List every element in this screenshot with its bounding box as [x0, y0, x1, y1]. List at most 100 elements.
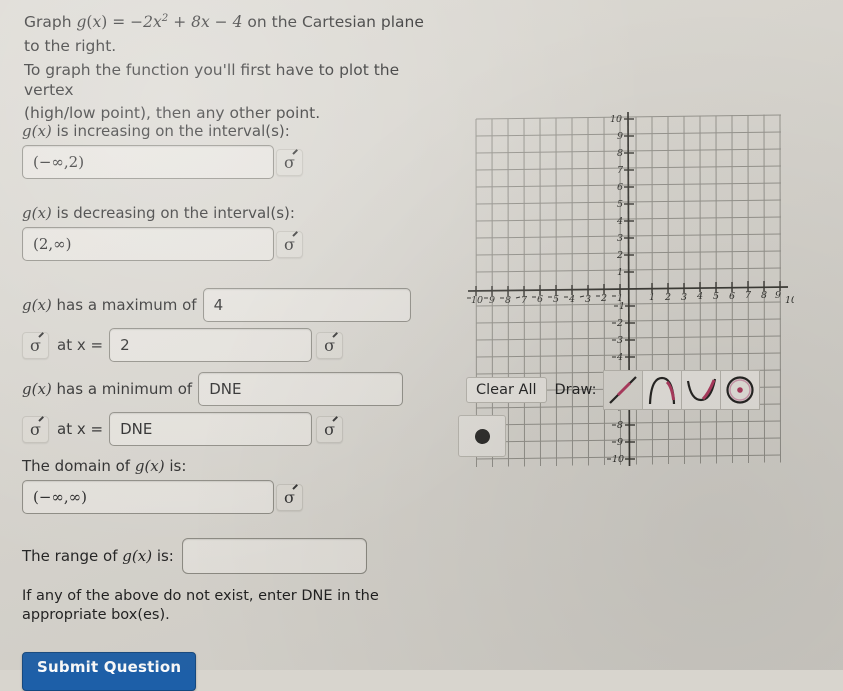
svg-text:4: 4: [568, 294, 575, 305]
increasing-label: g(x) is increasing on the interval(s):: [22, 122, 432, 140]
range-label-pre: The range of: [22, 547, 123, 565]
svg-text:10: 10: [610, 114, 622, 125]
svg-text:5: 5: [617, 199, 623, 210]
expr-a: = −2: [112, 13, 153, 32]
minimum-question: g(x) has a minimum of DNE ✓ σ at x = DNE…: [22, 372, 442, 446]
maximum-math-keyboard-button-left[interactable]: σ: [22, 331, 49, 359]
decreasing-math-keyboard-button[interactable]: σ: [276, 230, 303, 258]
svg-text:2: 2: [616, 318, 623, 329]
fn-var: x: [92, 13, 102, 32]
point-tool-button[interactable]: [458, 415, 506, 457]
expr-x2: x: [200, 13, 210, 32]
svg-text:2: 2: [664, 292, 671, 303]
decreasing-label-fn: g(x): [22, 204, 52, 222]
svg-text:3: 3: [585, 294, 591, 305]
dne-hint: If any of the above do not exist, enter …: [22, 588, 379, 623]
svg-text:9: 9: [489, 295, 495, 306]
minimum-math-keyboard-button-left[interactable]: σ: [22, 415, 49, 443]
svg-text:1: 1: [619, 301, 625, 312]
maximum-label: g(x) has a maximum of: [22, 296, 197, 314]
range-label-post: is:: [152, 547, 174, 565]
svg-text:2: 2: [616, 250, 623, 261]
minimum-label-text: has a minimum of: [51, 380, 193, 398]
maximum-value-input[interactable]: 4: [202, 288, 411, 322]
function-expression: g(x) = −2x2 + 8x − 4: [76, 13, 242, 31]
problem-line-3: To graph the function you'll first have …: [24, 60, 400, 99]
svg-text:5: 5: [553, 294, 559, 305]
increasing-input[interactable]: (−∞,2): [22, 145, 274, 179]
range-label: The range of g(x) is:: [22, 547, 174, 565]
problem-line-1-post: on the Cartesian plane: [242, 13, 424, 32]
domain-label-post: is:: [164, 457, 187, 475]
cartesian-grid[interactable]: 10 9 8 7 6 5 4 3 2 1 1 2 3 4 5 6 7 8 9 1…: [462, 110, 794, 468]
question-panel: Graph g(x) = −2x2 + 8x − 4 on the Cartes…: [0, 0, 448, 691]
circle-dot-icon: [726, 376, 755, 404]
maximum-at-x-input[interactable]: 2: [109, 328, 313, 362]
parabola-down-icon: [649, 376, 676, 405]
decreasing-input[interactable]: (2,∞): [22, 227, 274, 261]
minimum-label-fn: g(x): [22, 380, 52, 398]
decreasing-question: g(x) is decreasing on the interval(s): (…: [22, 204, 432, 261]
range-label-fn: g(x): [122, 547, 153, 565]
svg-text:8: 8: [617, 148, 623, 159]
svg-text:8: 8: [761, 290, 767, 301]
sigma-icon: σ: [284, 152, 295, 172]
maximum-label-text: has a maximum of: [51, 296, 197, 314]
svg-text:6: 6: [617, 182, 623, 193]
range-input[interactable]: [181, 538, 367, 574]
y-axis: [627, 111, 631, 467]
domain-label-fn: g(x): [134, 457, 165, 475]
svg-text:7: 7: [617, 165, 624, 176]
parabola-down-tool-button[interactable]: [642, 370, 683, 410]
decreasing-label: g(x) is decreasing on the interval(s):: [22, 204, 432, 222]
svg-text:2: 2: [600, 293, 607, 304]
domain-question: The domain of g(x) is: (−∞,∞) ✓ σ: [22, 457, 432, 514]
increasing-label-fn: g(x): [22, 122, 52, 140]
minimum-at-x-value: DNE: [120, 420, 153, 438]
clear-all-button[interactable]: Clear All: [466, 376, 547, 404]
sigma-icon: σ: [30, 335, 41, 355]
expr-x1: x: [153, 13, 162, 32]
axes: [467, 111, 789, 467]
svg-text:4: 4: [616, 352, 623, 363]
parabola-up-tool-button[interactable]: [681, 370, 722, 410]
problem-line-1-pre: Graph: [24, 13, 77, 32]
domain-label: The domain of g(x) is:: [22, 457, 432, 475]
maximum-value: 4: [213, 296, 224, 314]
increasing-label-text: is increasing on the interval(s):: [51, 122, 290, 140]
svg-text:3: 3: [681, 292, 687, 303]
draw-tool-group: [603, 370, 761, 410]
maximum-at-x-math-keyboard-button[interactable]: σ: [316, 331, 344, 359]
expr-exponent: 2: [161, 13, 169, 24]
increasing-math-keyboard-button[interactable]: σ: [276, 148, 303, 176]
submit-question-button[interactable]: Submit Question: [22, 652, 197, 691]
cartesian-grid-svg[interactable]: 10 9 8 7 6 5 4 3 2 1 1 2 3 4 5 6 7 8 9 1…: [462, 110, 794, 468]
sigma-icon: σ: [324, 419, 336, 439]
expr-b: + 8: [173, 13, 201, 32]
minimum-label: g(x) has a minimum of: [22, 380, 192, 398]
svg-text:6: 6: [729, 291, 735, 302]
line-tool-button[interactable]: [603, 370, 644, 410]
domain-input[interactable]: (−∞,∞): [22, 480, 274, 514]
decreasing-label-text: is decreasing on the interval(s):: [51, 204, 295, 222]
svg-text:4: 4: [696, 291, 703, 302]
sigma-icon: σ: [284, 487, 295, 507]
domain-math-keyboard-button[interactable]: σ: [276, 483, 303, 511]
minimum-at-x-math-keyboard-button[interactable]: σ: [316, 415, 344, 443]
expr-c: − 4: [214, 13, 243, 32]
decreasing-value: (2,∞): [33, 235, 72, 253]
sigma-icon: σ: [30, 419, 41, 439]
minimum-at-x-input[interactable]: DNE: [109, 412, 313, 446]
sigma-icon: σ: [324, 335, 336, 355]
minimum-value-input[interactable]: DNE: [198, 372, 404, 406]
svg-text:10: 10: [471, 295, 483, 306]
svg-text:1: 1: [649, 292, 655, 303]
parabola-up-icon: [687, 378, 717, 402]
increasing-value: (−∞,2): [33, 153, 85, 171]
circle-point-tool-button[interactable]: [720, 370, 761, 410]
maximum-question: g(x) has a maximum of 4 ✓ σ at x = 2 ✓ σ: [22, 288, 442, 362]
increasing-question: g(x) is increasing on the interval(s): (…: [22, 122, 432, 179]
svg-text:6: 6: [537, 294, 543, 305]
problem-statement: Graph g(x) = −2x2 + 8x − 4 on the Cartes…: [24, 12, 444, 128]
filled-dot-icon: [473, 427, 491, 445]
